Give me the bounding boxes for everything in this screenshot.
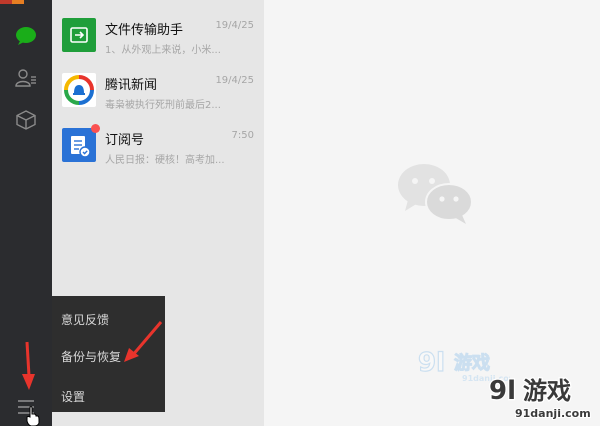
menu-icon[interactable]: [12, 393, 40, 421]
sidebar: [0, 0, 52, 426]
chat-time: 19/4/25: [215, 75, 254, 86]
chat-name: 腾讯新闻: [105, 78, 158, 93]
chat-time: 19/4/25: [215, 20, 254, 31]
menu-item-feedback[interactable]: 意见反馈: [61, 311, 109, 328]
chat-icon[interactable]: [12, 22, 40, 50]
unread-badge: [91, 124, 100, 133]
watermark-brand-text: 游戏: [523, 377, 571, 405]
watermark-brand-text: 游戏: [454, 352, 490, 374]
menu-item-settings[interactable]: 设置: [61, 388, 85, 405]
avatar[interactable]: [0, 0, 52, 4]
chat-preview: 1、从外观上来说，小米...: [105, 45, 221, 56]
chat-item-tencent-news[interactable]: 腾讯新闻 19/4/25 毒枭被执行死刑前最后2...: [52, 65, 264, 123]
tencent-news-icon: [62, 73, 96, 107]
watermark-domain: 91danji.com: [515, 407, 591, 420]
collection-box-icon[interactable]: [12, 106, 40, 134]
chat-item-subscriptions[interactable]: 订阅号 7:50 人民日报：硬核！高考加...: [52, 120, 264, 178]
chat-time: 7:50: [231, 130, 254, 141]
watermark-brand-digits: 9l: [418, 348, 445, 378]
chat-name: 文件传输助手: [105, 23, 184, 38]
contacts-icon[interactable]: [12, 64, 40, 92]
chat-preview: 人民日报：硬核！高考加...: [105, 155, 225, 166]
wechat-logo-icon: [394, 160, 476, 230]
settings-popup-menu: 意见反馈 备份与恢复 设置: [52, 296, 165, 412]
chat-preview: 毒枭被执行死刑前最后2...: [105, 100, 221, 111]
chat-name: 订阅号: [105, 133, 145, 148]
watermark-brand-digits: 9l: [489, 376, 516, 406]
menu-item-backup-restore[interactable]: 备份与恢复: [61, 348, 121, 365]
subscription-icon: [62, 124, 100, 162]
file-transfer-icon: [62, 18, 96, 52]
chat-item-file-transfer[interactable]: 文件传输助手 19/4/25 1、从外观上来说，小米...: [52, 10, 264, 68]
watermark-corner: 9l 游戏 91danji.com: [487, 373, 597, 426]
